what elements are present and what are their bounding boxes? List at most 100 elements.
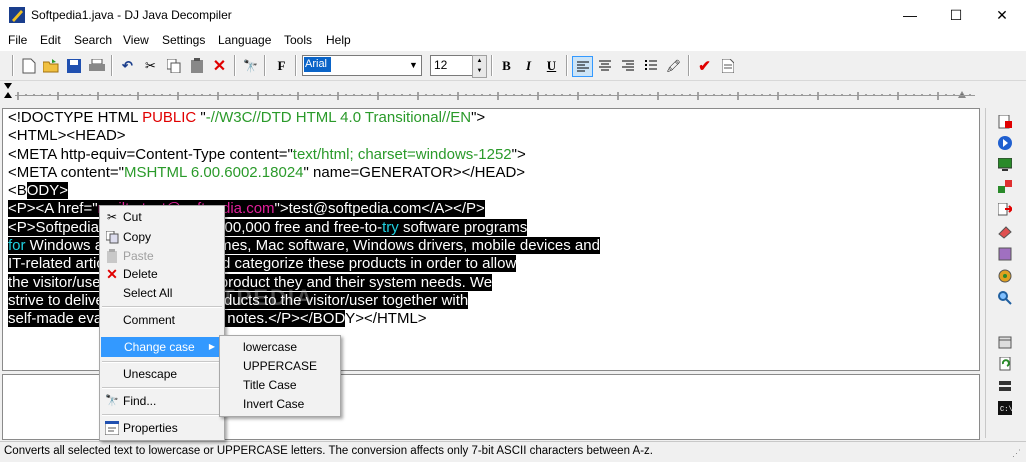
- menu-copy[interactable]: Copy: [100, 227, 224, 247]
- menu-tools[interactable]: Tools: [284, 33, 312, 47]
- code-line[interactable]: <HTML><HEAD>: [8, 127, 600, 145]
- font-name-value: Arial: [304, 57, 331, 72]
- swap-icon[interactable]: [997, 179, 1013, 195]
- code-token: -//W3C//DTD HTML 4.0 Transitional//EN: [205, 109, 472, 126]
- chevron-down-icon[interactable]: ▼: [406, 56, 421, 75]
- bullet-list-icon[interactable]: [641, 56, 660, 75]
- export-icon[interactable]: [997, 202, 1013, 218]
- open-folder-icon[interactable]: [41, 56, 60, 75]
- print-icon[interactable]: [87, 56, 106, 75]
- document-icon[interactable]: [718, 56, 737, 75]
- save-icon[interactable]: [64, 56, 83, 75]
- font-size-spinner[interactable]: ▲ ▼: [472, 55, 487, 78]
- menu-lowercase[interactable]: lowercase: [220, 337, 340, 357]
- package-icon[interactable]: [997, 334, 1013, 350]
- toolbar: ↶ ✂ ✕ 🔭 F Arial ▼ 12 ▲ ▼ B I U 🖍 ✔: [0, 51, 1026, 81]
- code-line[interactable]: <META content="MSHTML 6.00.6002.18024" n…: [8, 164, 600, 182]
- run-icon[interactable]: [997, 135, 1013, 151]
- toolbar-separator: [264, 55, 266, 76]
- code-line[interactable]: IT-related articles. We review and categ…: [8, 255, 600, 273]
- decompile-icon[interactable]: [997, 114, 1013, 130]
- menu-settings[interactable]: Settings: [162, 33, 205, 47]
- menu-delete[interactable]: ✕ Delete: [100, 264, 224, 284]
- paste-icon[interactable]: [187, 56, 206, 75]
- code-line[interactable]: <P>Softpedia offers more than 400,000 fr…: [8, 218, 600, 237]
- font-name-combo[interactable]: Arial ▼: [302, 55, 422, 76]
- delete-x-icon: ✕: [106, 266, 118, 282]
- code-line[interactable]: <BODY>: [8, 182, 600, 200]
- code-line[interactable]: <!DOCTYPE HTML PUBLIC "-//W3C//DTD HTML …: [8, 109, 600, 127]
- menu-cut[interactable]: ✂ Cut: [100, 207, 224, 227]
- align-right-icon[interactable]: [618, 56, 637, 75]
- menu-edit[interactable]: Edit: [40, 33, 61, 47]
- minimize-button[interactable]: —: [887, 0, 933, 30]
- toolbar-separator: [111, 55, 113, 76]
- maximize-button[interactable]: ☐: [933, 0, 979, 30]
- code-token: <P><A href=": [8, 200, 98, 218]
- align-left-icon[interactable]: [572, 56, 593, 77]
- font-size-input[interactable]: 12: [430, 55, 473, 76]
- undo-icon[interactable]: ↶: [118, 56, 137, 75]
- cut-icon[interactable]: ✂: [141, 56, 160, 75]
- refresh-doc-icon[interactable]: [997, 356, 1013, 372]
- menu-file[interactable]: File: [8, 33, 27, 47]
- code-line[interactable]: for Windows and Unix/Linux, games, Mac s…: [8, 237, 600, 255]
- code-token: <B: [8, 182, 27, 200]
- target-icon[interactable]: [997, 268, 1013, 284]
- copy-label: Copy: [123, 230, 152, 244]
- window-title: Softpedia1.java - DJ Java Decompiler: [31, 8, 232, 22]
- menu-select-all[interactable]: Select All: [100, 283, 224, 303]
- menu-uppercase[interactable]: UPPERCASE: [220, 356, 340, 376]
- menu-unescape[interactable]: Unescape: [100, 364, 224, 384]
- app-icon: [9, 7, 25, 23]
- invert-case-label: Invert Case: [243, 397, 305, 411]
- menu-change-case[interactable]: Change case ▶: [101, 337, 221, 357]
- code-token: MSHTML 6.00.6002.18024: [123, 163, 304, 181]
- code-token: for: [8, 237, 26, 255]
- code-token: software programs: [398, 218, 528, 236]
- console-icon[interactable]: C:\: [997, 400, 1013, 416]
- eraser-icon[interactable]: [997, 224, 1013, 240]
- archive-icon[interactable]: [997, 246, 1013, 262]
- find-binoculars-icon[interactable]: 🔭: [241, 56, 260, 75]
- stack-icon[interactable]: [997, 378, 1013, 394]
- bold-button[interactable]: B: [497, 56, 516, 75]
- code-token: PUBLIC: [142, 109, 197, 126]
- ruler-track: [15, 95, 975, 98]
- menu-view[interactable]: View: [123, 33, 149, 47]
- resize-grip-icon[interactable]: ⋰: [1012, 448, 1021, 459]
- menu-separator: [102, 414, 222, 416]
- menu-paste[interactable]: Paste: [100, 246, 224, 266]
- menu-invert-case[interactable]: Invert Case: [220, 394, 340, 414]
- copy-icon[interactable]: [164, 56, 183, 75]
- menu-properties[interactable]: Properties: [100, 418, 224, 438]
- underline-button[interactable]: U: [542, 56, 561, 75]
- menu-help[interactable]: Help: [326, 33, 351, 47]
- magnifier-icon[interactable]: [997, 290, 1013, 306]
- check-icon[interactable]: ✔: [695, 56, 714, 75]
- context-menu: ✂ Cut Copy Paste ✕ Delete Select All Com…: [99, 205, 225, 441]
- menu-separator: [102, 306, 222, 308]
- italic-button[interactable]: I: [519, 56, 538, 75]
- new-file-icon[interactable]: [19, 56, 38, 75]
- code-token: IT-related articles. We review and categ…: [8, 255, 517, 273]
- font-button[interactable]: F: [272, 56, 291, 75]
- menu-language[interactable]: Language: [218, 33, 271, 47]
- code-line[interactable]: <P><A href="mailto:test@softpedia.com">t…: [8, 200, 600, 218]
- code-line[interactable]: self-made evaluation and review notes.</…: [8, 310, 600, 328]
- menu-comment[interactable]: Comment: [100, 310, 224, 330]
- menu-title-case[interactable]: Title Case: [220, 375, 340, 395]
- delete-icon[interactable]: ✕: [210, 56, 229, 75]
- cut-label: Cut: [123, 210, 142, 224]
- find-label: Find...: [123, 394, 157, 408]
- color-picker-icon[interactable]: 🖍: [664, 56, 683, 75]
- code-token: ": [196, 109, 206, 126]
- align-center-icon[interactable]: [595, 56, 614, 75]
- toolbar-separator: [491, 55, 493, 76]
- menu-bar: File Edit Search View Settings Language …: [0, 30, 1026, 51]
- monitor-icon[interactable]: [997, 157, 1013, 173]
- code-line[interactable]: <META http-equiv=Content-Type content="t…: [8, 146, 600, 164]
- menu-find[interactable]: 🔭 Find...: [100, 391, 224, 411]
- menu-search[interactable]: Search: [74, 33, 112, 47]
- close-button[interactable]: ✕: [979, 0, 1025, 30]
